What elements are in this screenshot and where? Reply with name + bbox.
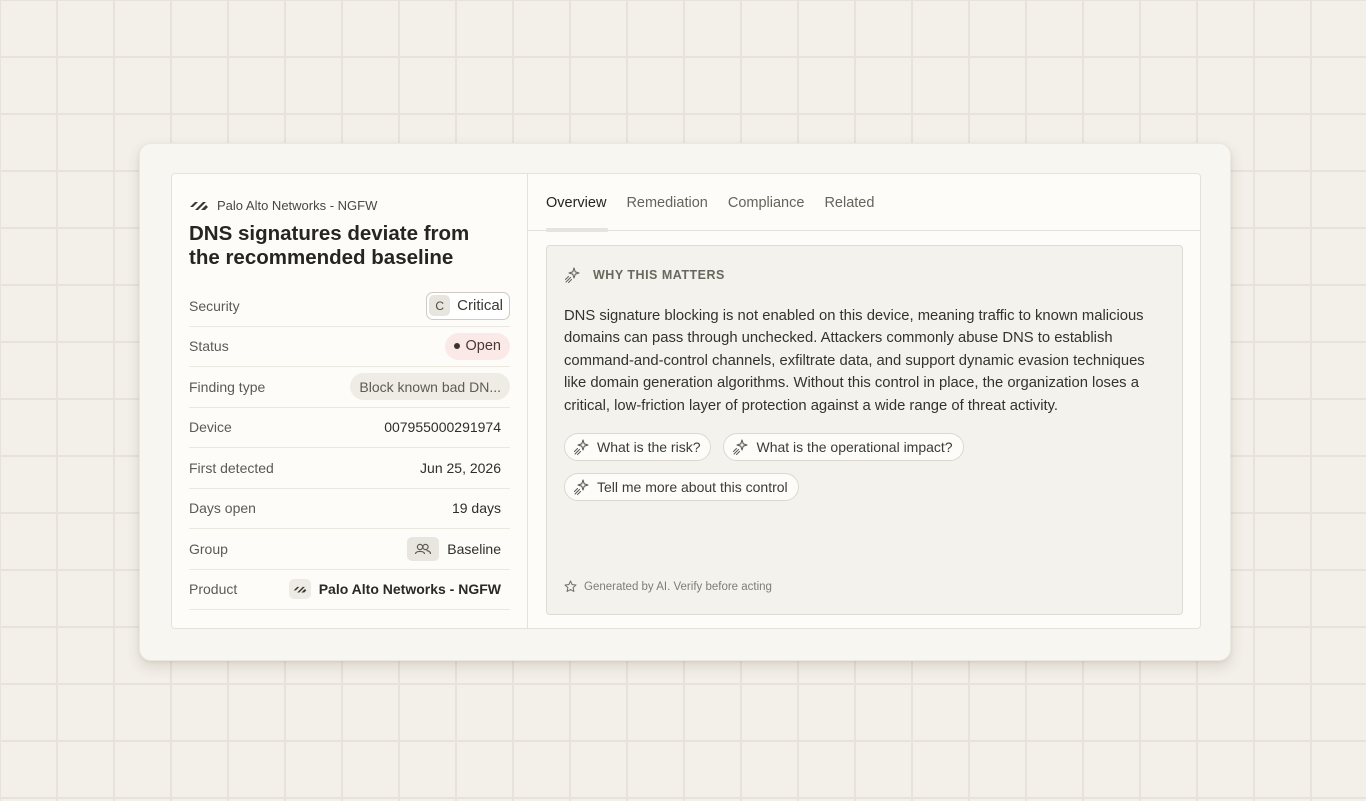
suggestion-label: What is the operational impact? xyxy=(756,439,953,456)
property-label: First detected xyxy=(189,459,274,476)
star-icon xyxy=(564,580,577,593)
suggestion-chip[interactable]: Tell me more about this control xyxy=(564,473,799,502)
property-label: Group xyxy=(189,540,228,557)
finding-summary-panel: Palo Alto Networks - NGFW DNS signatures… xyxy=(172,174,528,628)
property-product: Product Palo Alto Networks - NGFW xyxy=(189,570,510,610)
finding-type-value: Block known bad DN... xyxy=(359,378,501,395)
sparkle-icon xyxy=(573,478,591,496)
status-value: Open xyxy=(465,338,501,355)
severity-badge[interactable]: C Critical xyxy=(426,291,510,320)
sparkle-icon xyxy=(573,438,591,456)
severity-letter: C xyxy=(429,295,451,317)
section-title: WHY THIS MATTERS xyxy=(593,268,725,282)
vendor-row: Palo Alto Networks - NGFW xyxy=(189,196,510,214)
suggestion-label: What is the risk? xyxy=(597,439,701,456)
finding-detail: Palo Alto Networks - NGFW DNS signatures… xyxy=(171,173,1201,629)
finding-card: Palo Alto Networks - NGFW DNS signatures… xyxy=(139,143,1231,661)
product-value: Palo Alto Networks - NGFW xyxy=(288,579,510,600)
status-badge[interactable]: Open xyxy=(444,332,510,360)
device-value: 007955000291974 xyxy=(384,419,501,436)
sparkle-icon xyxy=(564,266,582,284)
users-icon xyxy=(407,536,440,561)
property-status: Status Open xyxy=(189,327,510,367)
tab-remediation[interactable]: Remediation xyxy=(626,174,707,231)
finding-details-panel: Overview Remediation Compliance Related xyxy=(528,174,1200,628)
group-name: Baseline xyxy=(447,540,501,557)
property-device: Device 007955000291974 xyxy=(189,408,510,448)
status-dot-icon xyxy=(453,343,460,350)
disclaimer-text: Generated by AI. Verify before acting xyxy=(584,580,772,593)
property-label: Product xyxy=(189,581,238,598)
days-open-value: 19 days xyxy=(451,500,501,517)
page-title: DNS signatures deviate from the recommen… xyxy=(189,222,470,269)
property-label: Device xyxy=(189,419,232,436)
properties-list: Security C Critical Status Open Finding … xyxy=(189,286,510,610)
group-value[interactable]: Baseline xyxy=(407,536,510,561)
finding-type-badge[interactable]: Block known bad DN... xyxy=(350,373,510,401)
palo-alto-logo-icon xyxy=(288,579,311,600)
property-label: Security xyxy=(189,297,240,314)
property-label: Finding type xyxy=(189,378,266,395)
tab-overview[interactable]: Overview xyxy=(546,174,609,232)
tab-bar: Overview Remediation Compliance Related xyxy=(528,174,1200,232)
property-security: Security C Critical xyxy=(189,286,510,327)
property-label: Days open xyxy=(189,500,256,517)
why-this-matters-text: DNS signature blocking is not enabled on… xyxy=(564,308,1145,414)
sparkle-icon xyxy=(732,438,750,456)
first-detected-value: Jun 25, 2026 xyxy=(420,459,501,476)
property-group: Group Baseline xyxy=(189,529,510,570)
palo-alto-logo-icon xyxy=(189,198,209,212)
suggested-questions: What is the risk? What is the operationa… xyxy=(564,433,1174,502)
suggestion-chip[interactable]: What is the risk? xyxy=(564,433,712,462)
vendor-name: Palo Alto Networks - NGFW xyxy=(217,197,378,213)
ai-disclaimer: Generated by AI. Verify before acting xyxy=(564,580,772,593)
tab-related[interactable]: Related xyxy=(824,174,874,231)
suggestion-chip[interactable]: What is the operational impact? xyxy=(723,433,964,462)
property-first-detected: First detected Jun 25, 2026 xyxy=(189,448,510,489)
tab-compliance[interactable]: Compliance xyxy=(728,174,805,231)
section-header: WHY THIS MATTERS xyxy=(564,265,1165,285)
severity-value: Critical xyxy=(457,297,503,315)
product-name: Palo Alto Networks - NGFW xyxy=(318,581,501,598)
property-days-open: Days open 19 days xyxy=(189,489,510,529)
suggestion-label: Tell me more about this control xyxy=(597,479,788,496)
why-this-matters-panel: WHY THIS MATTERS DNS signature blocking … xyxy=(546,245,1183,615)
property-label: Status xyxy=(189,338,229,355)
property-finding-type: Finding type Block known bad DN... xyxy=(189,367,510,408)
